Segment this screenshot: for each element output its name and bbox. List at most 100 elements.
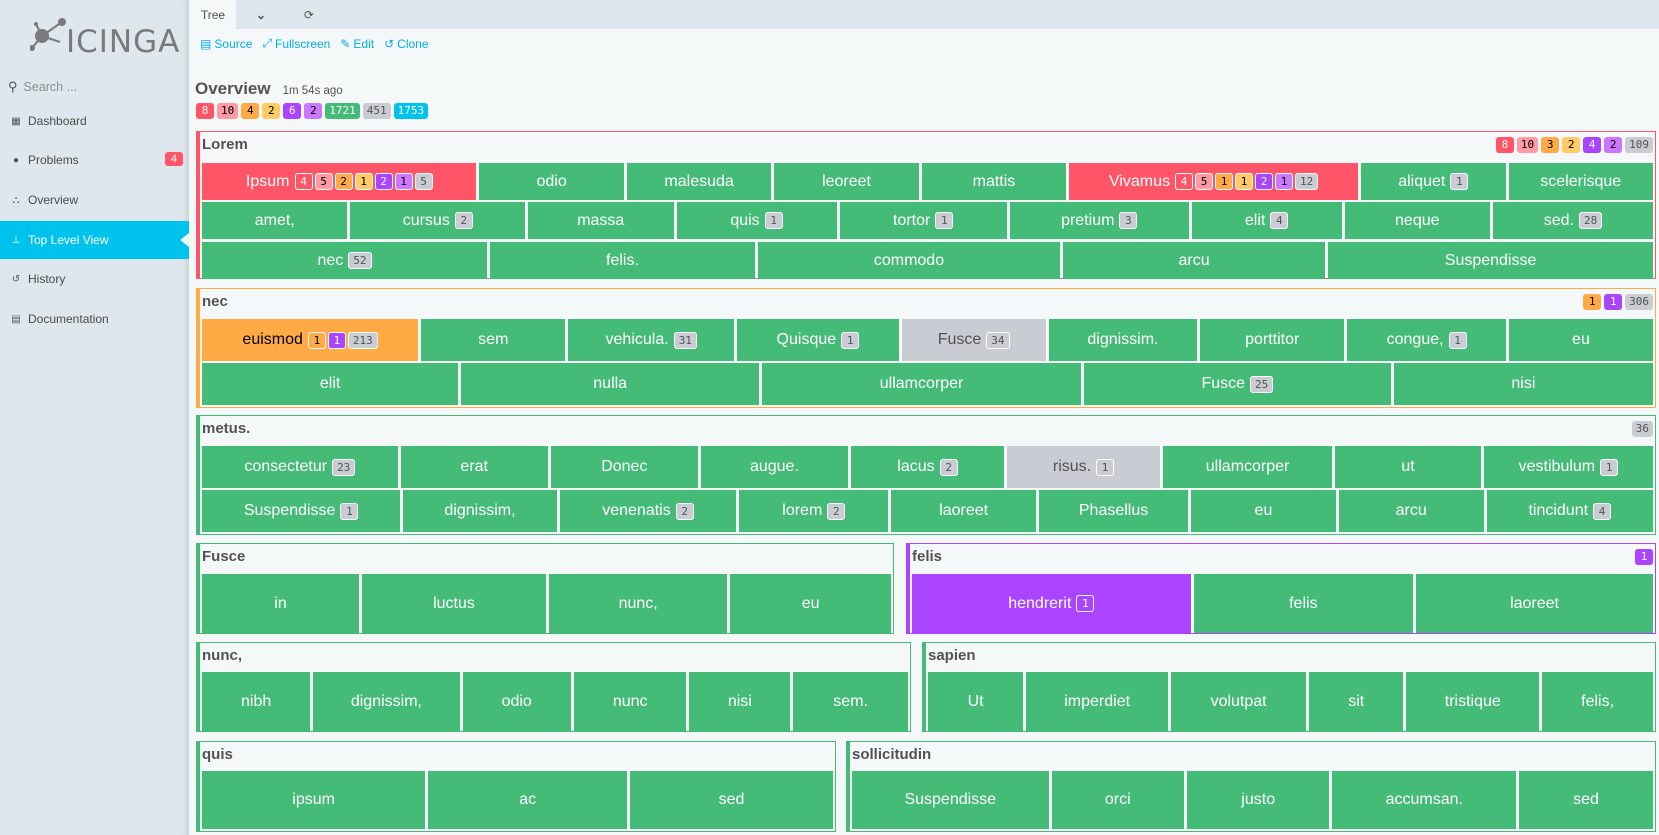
node-tile[interactable]: tincidunt 4 bbox=[1486, 490, 1653, 532]
node-tile[interactable]: tristique bbox=[1406, 672, 1540, 731]
node-tile[interactable]: quis 1 bbox=[676, 202, 837, 239]
node-tile[interactable]: volutpat bbox=[1171, 672, 1307, 731]
node-tile[interactable]: vestibulum 1 bbox=[1483, 446, 1653, 488]
node-tile[interactable]: elit 4 bbox=[1191, 202, 1342, 239]
group-nunc[interactable]: nunc, nibh dignissim, odio nunc nisi sem. bbox=[196, 642, 911, 732]
state-badge-pend[interactable]: 4 bbox=[1593, 502, 1612, 520]
state-badge-pend[interactable]: 52 bbox=[348, 252, 372, 269]
node-tile[interactable]: Ut bbox=[928, 672, 1024, 731]
state-badge-crith[interactable]: 10 bbox=[1516, 137, 1539, 153]
group-metus[interactable]: metus. 36 consectetur 23 erat Donec augue. lacu… bbox=[196, 415, 1656, 535]
group-title[interactable]: sollicitudin bbox=[852, 746, 931, 763]
node-tile[interactable]: odio bbox=[479, 163, 624, 200]
clone-link[interactable]: ↺ Clone bbox=[384, 36, 428, 51]
fullscreen-link[interactable]: ⤢ Fullscreen bbox=[262, 36, 330, 51]
node-tile[interactable]: consectetur 23 bbox=[202, 446, 398, 488]
state-badge-unk[interactable]: 2 bbox=[1255, 173, 1274, 190]
state-badge-pend[interactable]: 34 bbox=[986, 331, 1010, 349]
state-badge-unkh[interactable]: 2 bbox=[304, 103, 323, 119]
node-tile[interactable]: Suspendisse bbox=[1328, 242, 1653, 279]
node-tile[interactable]: hendrerit 1 bbox=[912, 574, 1191, 633]
state-badge-pend[interactable]: 451 bbox=[362, 103, 391, 119]
state-badge-pend[interactable]: 1 bbox=[1448, 331, 1467, 349]
state-badge-pend[interactable]: 12 bbox=[1295, 173, 1319, 190]
node-tile[interactable]: accumsan. bbox=[1332, 771, 1517, 829]
node-tile[interactable]: dignissim. bbox=[1048, 319, 1198, 361]
group-lorem[interactable]: Lorem 8 10 3 2 4 2 109 Ipsum 4 5 2 1 2 1 5 odio malesuda l… bbox=[196, 131, 1656, 279]
state-badge-warn[interactable]: 4 bbox=[241, 103, 260, 119]
node-tile[interactable]: nisi bbox=[689, 672, 791, 731]
node-tile[interactable]: Ipsum 4 5 2 1 2 1 5 bbox=[202, 163, 477, 200]
group-title[interactable]: Lorem bbox=[202, 136, 248, 153]
state-badge-crit[interactable]: 8 bbox=[196, 103, 214, 119]
state-badge-warn[interactable]: 2 bbox=[334, 173, 353, 190]
node-tile[interactable]: neque bbox=[1344, 202, 1491, 239]
node-tile[interactable]: augue. bbox=[700, 446, 848, 488]
icinga-logo[interactable]: icinga bbox=[30, 14, 179, 60]
node-tile[interactable]: eu bbox=[1191, 490, 1336, 532]
node-tile[interactable]: odio bbox=[462, 672, 571, 731]
state-badge-pend[interactable]: 1 bbox=[841, 331, 860, 349]
group-sapien[interactable]: sapien Ut imperdiet volutpat sit tristique fel… bbox=[922, 642, 1656, 732]
node-tile[interactable]: nec 52 bbox=[202, 242, 487, 279]
state-badge-warnh[interactable]: 2 bbox=[1562, 137, 1581, 153]
node-tile[interactable]: Fusce 25 bbox=[1083, 363, 1391, 405]
node-tile[interactable]: vehicula. 31 bbox=[568, 319, 735, 361]
state-badge-unk[interactable]: 6 bbox=[283, 103, 302, 119]
state-badge-pend[interactable]: 1 bbox=[764, 212, 783, 229]
node-tile[interactable]: nulla bbox=[461, 363, 760, 405]
state-badge-unk[interactable]: 1 bbox=[1635, 549, 1653, 565]
tab-tree[interactable]: Tree bbox=[190, 0, 236, 29]
node-tile[interactable]: porttitor bbox=[1200, 319, 1345, 361]
group-fusce[interactable]: Fusce in luctus nunc, eu bbox=[196, 543, 894, 634]
state-badge-crith[interactable]: 5 bbox=[314, 173, 333, 190]
state-badge-unk[interactable]: 1 bbox=[1604, 294, 1623, 310]
state-badge-unk[interactable]: 2 bbox=[374, 173, 393, 190]
node-tile[interactable]: laoreet bbox=[891, 490, 1037, 532]
state-badge-pend[interactable]: 1 bbox=[1096, 458, 1115, 476]
state-badge-unk[interactable]: 4 bbox=[1583, 137, 1602, 153]
node-tile[interactable]: luctus bbox=[362, 574, 546, 633]
node-tile[interactable]: cursus 2 bbox=[350, 202, 526, 239]
group-title[interactable]: nunc, bbox=[202, 647, 242, 664]
state-badge-pend[interactable]: 28 bbox=[1579, 212, 1603, 229]
state-badge-unkh[interactable]: 1 bbox=[394, 173, 413, 190]
group-title[interactable]: felis bbox=[912, 548, 942, 565]
node-tile[interactable]: ullamcorper bbox=[1162, 446, 1333, 488]
sidebar-item-history[interactable]: ↺ History bbox=[0, 260, 189, 298]
state-badge-warnh[interactable]: 1 bbox=[354, 173, 373, 190]
node-tile[interactable]: sed bbox=[630, 771, 833, 829]
node-tile[interactable]: erat bbox=[400, 446, 548, 488]
node-tile[interactable]: sed bbox=[1519, 771, 1653, 829]
state-badge-pend[interactable]: 2 bbox=[827, 502, 846, 520]
state-badge-pend[interactable]: 2 bbox=[939, 458, 958, 476]
state-badge-pend[interactable]: 36 bbox=[1631, 421, 1653, 437]
node-tile[interactable]: arcu bbox=[1063, 242, 1326, 279]
state-badge-pend[interactable]: 5 bbox=[414, 173, 433, 190]
node-tile[interactable]: lorem 2 bbox=[739, 490, 889, 532]
node-tile[interactable]: Phasellus bbox=[1039, 490, 1189, 532]
group-sollicitudin[interactable]: sollicitudin Suspendisse orci justo accumsan… bbox=[846, 741, 1656, 832]
node-tile[interactable]: felis, bbox=[1542, 672, 1653, 731]
group-title[interactable]: Fusce bbox=[202, 548, 245, 565]
state-badge-crit[interactable]: 4 bbox=[294, 173, 313, 190]
refresh-button[interactable]: ⟳ bbox=[286, 0, 332, 29]
group-quis[interactable]: quis ipsum ac sed bbox=[196, 741, 836, 832]
node-tile[interactable]: elit bbox=[202, 363, 459, 405]
state-badge-pend[interactable]: 23 bbox=[332, 458, 356, 476]
state-badge-pend[interactable]: 31 bbox=[673, 331, 697, 349]
source-link[interactable]: ▤ Source bbox=[200, 36, 252, 51]
node-tile[interactable]: Donec bbox=[550, 446, 698, 488]
search-input[interactable]: ⚲ Search ... bbox=[8, 76, 178, 98]
edit-link[interactable]: ✎ Edit bbox=[340, 36, 374, 51]
node-tile[interactable]: eu bbox=[1508, 319, 1654, 361]
sidebar-item-problems[interactable]: ● Problems 4 bbox=[0, 141, 189, 179]
state-badge-warnh[interactable]: 2 bbox=[262, 103, 281, 119]
state-badge-pend[interactable]: 213 bbox=[347, 331, 378, 349]
node-tile[interactable]: Quisque 1 bbox=[737, 319, 899, 361]
node-tile[interactable]: congue, 1 bbox=[1347, 319, 1506, 361]
node-tile[interactable]: sit bbox=[1309, 672, 1404, 731]
node-tile[interactable]: sem bbox=[421, 319, 566, 361]
state-badge-pend[interactable]: 109 bbox=[1625, 137, 1653, 153]
node-tile[interactable]: felis bbox=[1193, 574, 1414, 633]
